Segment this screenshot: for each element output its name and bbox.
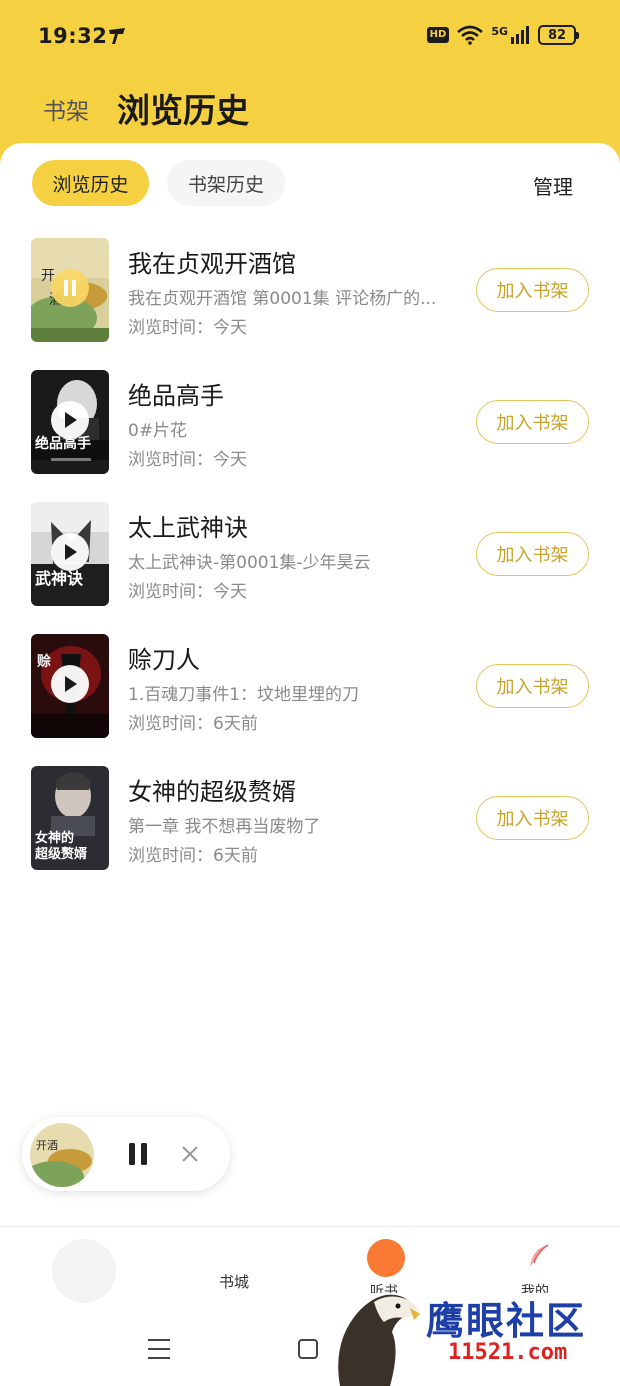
browse-time-value: 6天前 xyxy=(213,846,258,866)
nav-center-icon[interactable] xyxy=(367,1239,405,1277)
network-type: 5G xyxy=(491,25,508,38)
status-time: 19:32 xyxy=(38,24,108,48)
episode-subtitle: 1.百魂刀事件1：坟地里埋的刀 xyxy=(128,685,360,705)
browse-time: 浏览时间：今天 xyxy=(128,313,247,338)
watermark: 鹰眼社区 11521.com xyxy=(330,1280,620,1386)
book-title[interactable]: 绝品高手 xyxy=(128,376,224,411)
status-bar: 19:32 HD 5G 82 xyxy=(0,0,620,76)
pause-icon[interactable] xyxy=(51,269,89,307)
browse-time-label: 浏览时间： xyxy=(128,582,213,602)
play-icon[interactable] xyxy=(51,533,89,571)
browse-time-label: 浏览时间： xyxy=(128,450,213,470)
add-to-shelf-button[interactable]: 加入书架 xyxy=(476,664,589,708)
play-icon[interactable] xyxy=(51,401,89,439)
segment-browse-history[interactable]: 浏览历史 xyxy=(32,160,149,206)
browse-time: 浏览时间：6天前 xyxy=(128,841,258,866)
browse-time-value: 6天前 xyxy=(213,714,258,734)
browse-time-label: 浏览时间： xyxy=(128,318,213,338)
book-title[interactable]: 女神的超级赘婿 xyxy=(128,772,296,807)
close-icon[interactable] xyxy=(180,1144,200,1164)
list-item[interactable]: 女神的 超级赘婿 女神的超级赘婿 第一章 我不想再当废物了 浏览时间：6天前 加… xyxy=(0,766,620,876)
wifi-icon xyxy=(457,25,484,45)
mini-player[interactable]: 开酒 xyxy=(22,1117,230,1191)
episode-subtitle: 我在贞观开酒馆 第0001集 评论杨广的... xyxy=(128,289,437,309)
book-cover[interactable]: 武神诀 xyxy=(31,502,109,606)
browse-time: 浏览时间：今天 xyxy=(128,577,247,602)
pause-icon[interactable] xyxy=(126,1142,150,1166)
svg-text:赊: 赊 xyxy=(37,653,51,670)
browse-time-value: 今天 xyxy=(213,450,247,470)
nav-item-bookstore[interactable]: 书城 xyxy=(219,1271,249,1292)
browse-time-label: 浏览时间： xyxy=(128,714,213,734)
browse-time-value: 今天 xyxy=(213,318,247,338)
eagle-logo-icon xyxy=(338,1294,420,1386)
segment-shelf-history[interactable]: 书架历史 xyxy=(167,160,285,206)
manage-button[interactable]: 管理 xyxy=(533,171,573,200)
app-notification-icon xyxy=(109,28,125,44)
add-to-shelf-button[interactable]: 加入书架 xyxy=(476,796,589,840)
book-title[interactable]: 赊刀人 xyxy=(128,640,200,675)
watermark-title: 鹰眼社区 xyxy=(426,1298,587,1343)
tab-bookshelf[interactable]: 书架 xyxy=(43,92,89,126)
add-to-shelf-button[interactable]: 加入书架 xyxy=(476,268,589,312)
episode-subtitle: 太上武神诀-第0001集-少年昊云 xyxy=(128,553,371,573)
svg-text:开酒: 开酒 xyxy=(36,1139,58,1152)
feather-icon[interactable] xyxy=(522,1241,554,1273)
book-cover[interactable]: 赊 xyxy=(31,634,109,738)
list-item[interactable]: 绝品高手 绝品高手 0#片花 浏览时间：今天 加入书架 xyxy=(0,370,620,480)
browse-time: 浏览时间：今天 xyxy=(128,445,247,470)
book-cover[interactable]: 绝品高手 xyxy=(31,370,109,474)
book-cover[interactable]: 开 酒馆 xyxy=(31,238,109,342)
book-title[interactable]: 太上武神诀 xyxy=(128,508,248,543)
browse-time-value: 今天 xyxy=(213,582,247,602)
play-icon[interactable] xyxy=(51,665,89,703)
svg-text:女神的: 女神的 xyxy=(35,830,74,846)
episode-subtitle: 0#片花 xyxy=(128,421,188,441)
watermark-url: 11521.com xyxy=(448,1340,568,1365)
book-cover[interactable]: 女神的 超级赘婿 xyxy=(31,766,109,870)
recent-apps-icon[interactable] xyxy=(147,1338,171,1360)
add-to-shelf-button[interactable]: 加入书架 xyxy=(476,400,589,444)
list-item[interactable]: 武神诀 太上武神诀 太上武神诀-第0001集-少年昊云 浏览时间：今天 加入书架 xyxy=(0,502,620,612)
hd-badge: HD xyxy=(426,27,450,43)
add-to-shelf-button[interactable]: 加入书架 xyxy=(476,532,589,576)
home-icon[interactable] xyxy=(298,1339,318,1359)
mini-player-cover[interactable]: 开酒 xyxy=(30,1123,94,1187)
svg-text:武神诀: 武神诀 xyxy=(35,569,84,588)
list-item[interactable]: 开 酒馆 我在贞观开酒馆 我在贞观开酒馆 第0001集 评论杨广的... 浏览时… xyxy=(0,238,620,348)
list-item[interactable]: 赊 赊刀人 1.百魂刀事件1：坟地里埋的刀 浏览时间：6天前 加入书架 xyxy=(0,634,620,744)
battery-indicator: 82 xyxy=(538,25,579,45)
episode-subtitle: 第一章 我不想再当废物了 xyxy=(128,817,321,837)
signal-icon xyxy=(511,26,529,44)
book-title[interactable]: 我在贞观开酒馆 xyxy=(128,244,296,279)
browse-time-label: 浏览时间： xyxy=(128,846,213,866)
nav-placeholder xyxy=(52,1239,116,1303)
header: 书架 浏览历史 xyxy=(0,76,620,146)
browse-time: 浏览时间：6天前 xyxy=(128,709,258,734)
status-indicators: HD 5G 82 xyxy=(426,25,579,45)
svg-text:超级赘婿: 超级赘婿 xyxy=(35,846,88,862)
content-panel: 浏览历史 书架历史 管理 开 酒馆 我在贞观开酒馆 我在贞观开酒馆 xyxy=(0,143,620,1386)
page-title: 浏览历史 xyxy=(117,91,249,130)
